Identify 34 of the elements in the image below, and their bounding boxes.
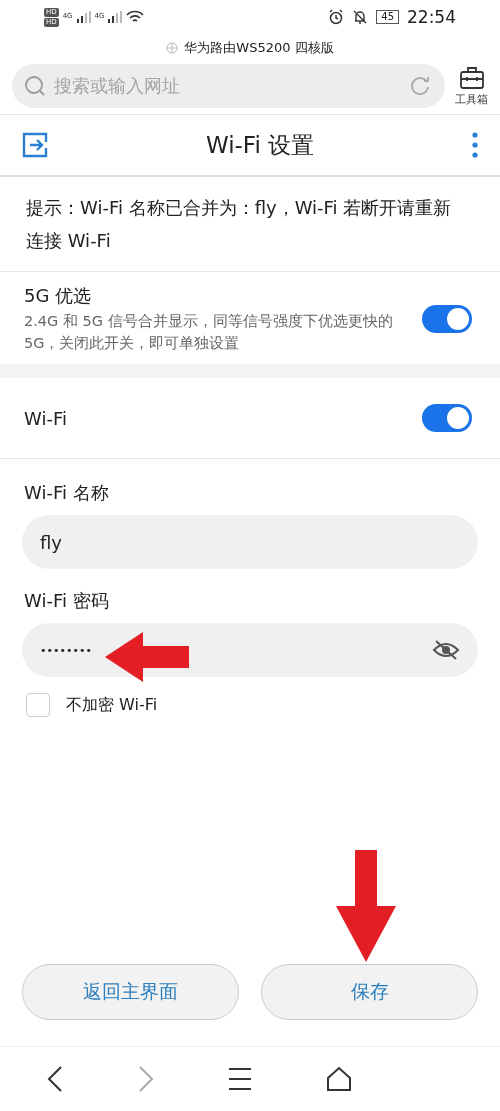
- battery-level: 45: [376, 10, 399, 24]
- notice-text: 提示：Wi-Fi 名称已合并为：fly，Wi-Fi 若断开请重新连接 Wi-Fi: [0, 177, 500, 272]
- signal-icon: [108, 11, 123, 23]
- name-field[interactable]: fly: [22, 515, 478, 569]
- checkbox-label: 不加密 Wi-Fi: [66, 694, 158, 716]
- setting-description: 2.4G 和 5G 信号合并显示，同等信号强度下优选更快的 5G，关闭此开关，即可单独设置: [24, 312, 394, 353]
- alarm-icon: [328, 9, 345, 25]
- clock-time: 22:54: [407, 7, 456, 27]
- back-icon[interactable]: [47, 1065, 64, 1093]
- toolbox-icon: [458, 65, 485, 90]
- password-field[interactable]: ••••••••: [22, 623, 478, 677]
- field-label: Wi-Fi 密码: [24, 589, 110, 613]
- forward-icon[interactable]: [137, 1065, 154, 1093]
- setting-label: 5G 优选: [24, 284, 93, 308]
- exit-icon[interactable]: [22, 132, 48, 158]
- eye-off-icon[interactable]: [432, 639, 460, 661]
- more-icon[interactable]: [472, 132, 478, 158]
- home-icon[interactable]: [326, 1066, 353, 1092]
- toolbox-button[interactable]: 工具箱: [455, 65, 488, 107]
- menu-icon[interactable]: [227, 1067, 252, 1091]
- page-title: 华为路由WS5200 四核版: [184, 39, 334, 57]
- checkbox[interactable]: [26, 693, 50, 717]
- action-button[interactable]: 返回主界面: [22, 964, 239, 1020]
- wifi-icon: [126, 10, 145, 24]
- setting-label: Wi-Fi: [24, 407, 68, 429]
- action-button[interactable]: 保存: [261, 964, 478, 1020]
- bell-off-icon: [352, 9, 369, 25]
- globe-icon: [166, 42, 179, 54]
- toggle-switch[interactable]: [422, 404, 472, 432]
- toggle-switch[interactable]: [422, 305, 472, 333]
- search-icon: [24, 75, 46, 97]
- page-heading: Wi-Fi 设置: [205, 130, 315, 160]
- signal-icon: [76, 11, 91, 23]
- field-label: Wi-Fi 名称: [24, 481, 110, 505]
